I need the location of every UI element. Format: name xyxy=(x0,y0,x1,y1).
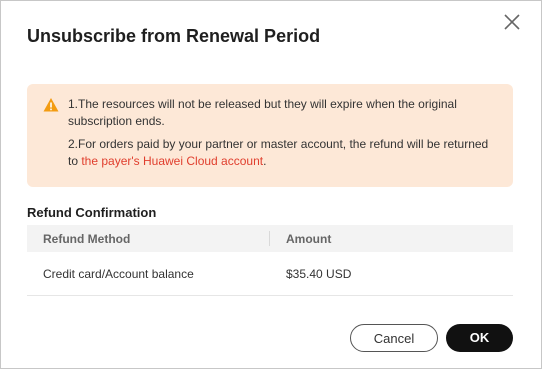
refund-method-cell: Credit card/Account balance xyxy=(43,267,194,281)
notice-box: 1.The resources will not be released but… xyxy=(27,84,513,187)
amount-cell: $35.40 USD xyxy=(286,267,352,281)
ok-button[interactable]: OK xyxy=(446,324,513,352)
refund-table: Refund Method Amount Credit card/Account… xyxy=(27,225,513,296)
column-divider xyxy=(269,231,270,246)
close-button[interactable] xyxy=(501,11,523,33)
notice-text: 1.The resources will not be released but… xyxy=(68,96,498,170)
notice-line-1: 1.The resources will not be released but… xyxy=(68,97,457,128)
dialog-title: Unsubscribe from Renewal Period xyxy=(27,26,321,46)
refund-section-title: Refund Confirmation xyxy=(27,205,157,220)
close-icon xyxy=(504,14,520,30)
cancel-button[interactable]: Cancel xyxy=(350,324,438,352)
unsubscribe-dialog: Unsubscribe from Renewal Period 1.The re… xyxy=(0,0,542,369)
column-header-amount: Amount xyxy=(286,232,332,246)
payer-account-link[interactable]: the payer's Huawei Cloud account xyxy=(81,154,263,168)
notice-line-2: 2.For orders paid by your partner or mas… xyxy=(68,136,498,170)
warning-icon xyxy=(43,98,59,112)
table-header: Refund Method Amount xyxy=(27,225,513,252)
column-header-refund-method: Refund Method xyxy=(43,232,131,246)
table-row: Credit card/Account balance $35.40 USD xyxy=(27,252,513,296)
notice-line-2-suffix: . xyxy=(263,154,267,168)
